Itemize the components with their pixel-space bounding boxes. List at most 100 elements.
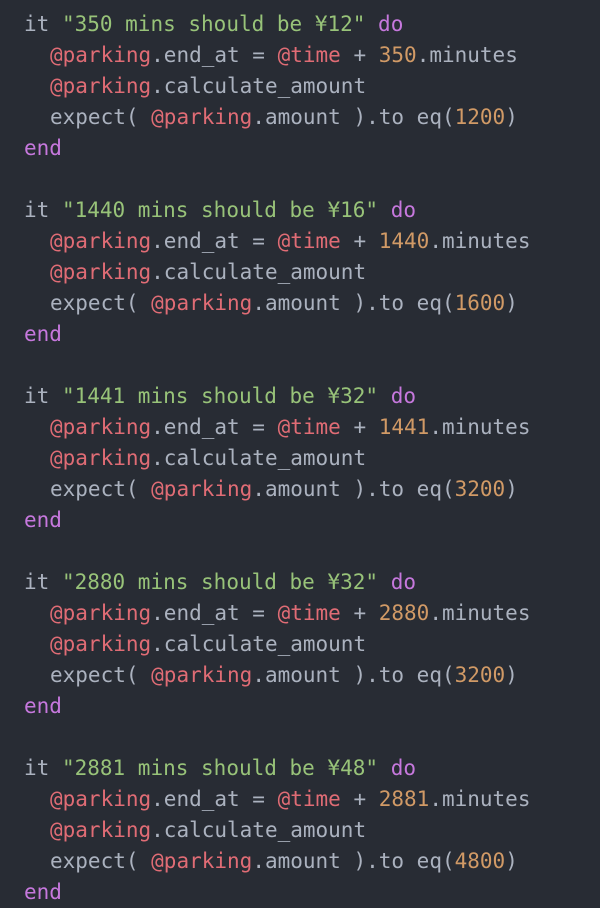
- parking-ivar: @parking: [151, 105, 253, 129]
- test-end-line[interactable]: end: [24, 505, 62, 536]
- end-keyword: end: [24, 322, 62, 346]
- time-ivar: @time: [277, 601, 341, 625]
- test-end-line[interactable]: end: [24, 691, 62, 722]
- test-description: "2881 mins should be ¥48": [61, 756, 379, 780]
- it-keyword: it: [24, 570, 50, 594]
- parking-ivar: @parking: [50, 415, 152, 439]
- minutes-value: 2880: [378, 601, 430, 625]
- minutes-value: 2881: [378, 787, 430, 811]
- amount-to-eq: .amount ).to eq(: [252, 849, 455, 873]
- parking-ivar: @parking: [50, 229, 152, 253]
- do-keyword: do: [390, 198, 416, 222]
- parking-ivar: @parking: [151, 477, 253, 501]
- parking-ivar: @parking: [151, 663, 253, 687]
- test-header-line[interactable]: it "350 mins should be ¥12" do: [24, 9, 403, 40]
- calculate-amount-line[interactable]: @parking.calculate_amount: [50, 443, 366, 474]
- it-keyword: it: [24, 12, 50, 36]
- parking-ivar: @parking: [50, 601, 152, 625]
- calculate-amount-method: .calculate_amount: [151, 632, 367, 656]
- close-paren: ): [505, 663, 518, 687]
- minutes-method: .minutes: [429, 415, 531, 439]
- amount-to-eq: .amount ).to eq(: [252, 477, 455, 501]
- test-header-line[interactable]: it "1440 mins should be ¥16" do: [24, 195, 416, 226]
- parking-ivar: @parking: [50, 632, 152, 656]
- expect-line[interactable]: expect( @parking.amount ).to eq(4800): [50, 846, 518, 877]
- expected-amount: 3200: [454, 477, 506, 501]
- code-editor[interactable]: it "350 mins should be ¥12" do @parking.e…: [0, 0, 600, 908]
- expect-line[interactable]: expect( @parking.amount ).to eq(3200): [50, 474, 518, 505]
- parking-ivar: @parking: [50, 787, 152, 811]
- parking-ivar: @parking: [151, 291, 253, 315]
- end-at-assign: .end_at =: [151, 415, 278, 439]
- time-ivar: @time: [277, 43, 341, 67]
- end-at-assign: .end_at =: [151, 43, 278, 67]
- test-end-line[interactable]: end: [24, 319, 62, 350]
- expect-call: expect(: [50, 663, 152, 687]
- calculate-amount-line[interactable]: @parking.calculate_amount: [50, 629, 366, 660]
- minutes-method: .minutes: [429, 229, 531, 253]
- end-at-assign-line[interactable]: @parking.end_at = @time + 2880.minutes: [50, 598, 530, 629]
- close-paren: ): [505, 105, 518, 129]
- minutes-method: .minutes: [429, 787, 531, 811]
- end-keyword: end: [24, 880, 62, 904]
- end-at-assign-line[interactable]: @parking.end_at = @time + 1440.minutes: [50, 226, 530, 257]
- expect-line[interactable]: expect( @parking.amount ).to eq(3200): [50, 660, 518, 691]
- calculate-amount-line[interactable]: @parking.calculate_amount: [50, 71, 366, 102]
- amount-to-eq: .amount ).to eq(: [252, 663, 455, 687]
- close-paren: ): [505, 477, 518, 501]
- test-header-line[interactable]: it "1441 mins should be ¥32" do: [24, 381, 416, 412]
- minutes-value: 1441: [378, 415, 430, 439]
- expect-call: expect(: [50, 105, 152, 129]
- expect-line[interactable]: expect( @parking.amount ).to eq(1200): [50, 102, 518, 133]
- test-description: "1440 mins should be ¥16": [61, 198, 379, 222]
- expected-amount: 4800: [454, 849, 506, 873]
- it-keyword: it: [24, 384, 50, 408]
- end-at-assign: .end_at =: [151, 787, 278, 811]
- calculate-amount-line[interactable]: @parking.calculate_amount: [50, 815, 366, 846]
- test-header-line[interactable]: it "2880 mins should be ¥32" do: [24, 567, 416, 598]
- parking-ivar: @parking: [50, 43, 152, 67]
- parking-ivar: @parking: [50, 260, 152, 284]
- expect-call: expect(: [50, 849, 152, 873]
- expected-amount: 3200: [454, 663, 506, 687]
- expect-line[interactable]: expect( @parking.amount ).to eq(1600): [50, 288, 518, 319]
- end-at-assign-line[interactable]: @parking.end_at = @time + 350.minutes: [50, 40, 518, 71]
- amount-to-eq: .amount ).to eq(: [252, 105, 455, 129]
- plus-operator: +: [340, 229, 379, 253]
- end-at-assign-line[interactable]: @parking.end_at = @time + 2881.minutes: [50, 784, 530, 815]
- test-description: "350 mins should be ¥12": [61, 12, 366, 36]
- time-ivar: @time: [277, 415, 341, 439]
- test-header-line[interactable]: it "2881 mins should be ¥48" do: [24, 753, 416, 784]
- calculate-amount-method: .calculate_amount: [151, 818, 367, 842]
- expect-call: expect(: [50, 477, 152, 501]
- test-end-line[interactable]: end: [24, 877, 62, 908]
- do-keyword: do: [378, 12, 404, 36]
- end-at-assign: .end_at =: [151, 601, 278, 625]
- do-keyword: do: [390, 384, 416, 408]
- parking-ivar: @parking: [151, 849, 253, 873]
- parking-ivar: @parking: [50, 818, 152, 842]
- plus-operator: +: [340, 415, 379, 439]
- do-keyword: do: [390, 756, 416, 780]
- calculate-amount-method: .calculate_amount: [151, 260, 367, 284]
- calculate-amount-method: .calculate_amount: [151, 446, 367, 470]
- end-keyword: end: [24, 508, 62, 532]
- amount-to-eq: .amount ).to eq(: [252, 291, 455, 315]
- minutes-value: 1440: [378, 229, 430, 253]
- minutes-method: .minutes: [416, 43, 518, 67]
- test-end-line[interactable]: end: [24, 133, 62, 164]
- test-description: "1441 mins should be ¥32": [61, 384, 379, 408]
- plus-operator: +: [340, 787, 379, 811]
- close-paren: ): [505, 291, 518, 315]
- time-ivar: @time: [277, 229, 341, 253]
- calculate-amount-method: .calculate_amount: [151, 74, 367, 98]
- end-at-assign-line[interactable]: @parking.end_at = @time + 1441.minutes: [50, 412, 530, 443]
- plus-operator: +: [340, 43, 379, 67]
- close-paren: ): [505, 849, 518, 873]
- it-keyword: it: [24, 198, 50, 222]
- end-keyword: end: [24, 694, 62, 718]
- parking-ivar: @parking: [50, 446, 152, 470]
- parking-ivar: @parking: [50, 74, 152, 98]
- it-keyword: it: [24, 756, 50, 780]
- calculate-amount-line[interactable]: @parking.calculate_amount: [50, 257, 366, 288]
